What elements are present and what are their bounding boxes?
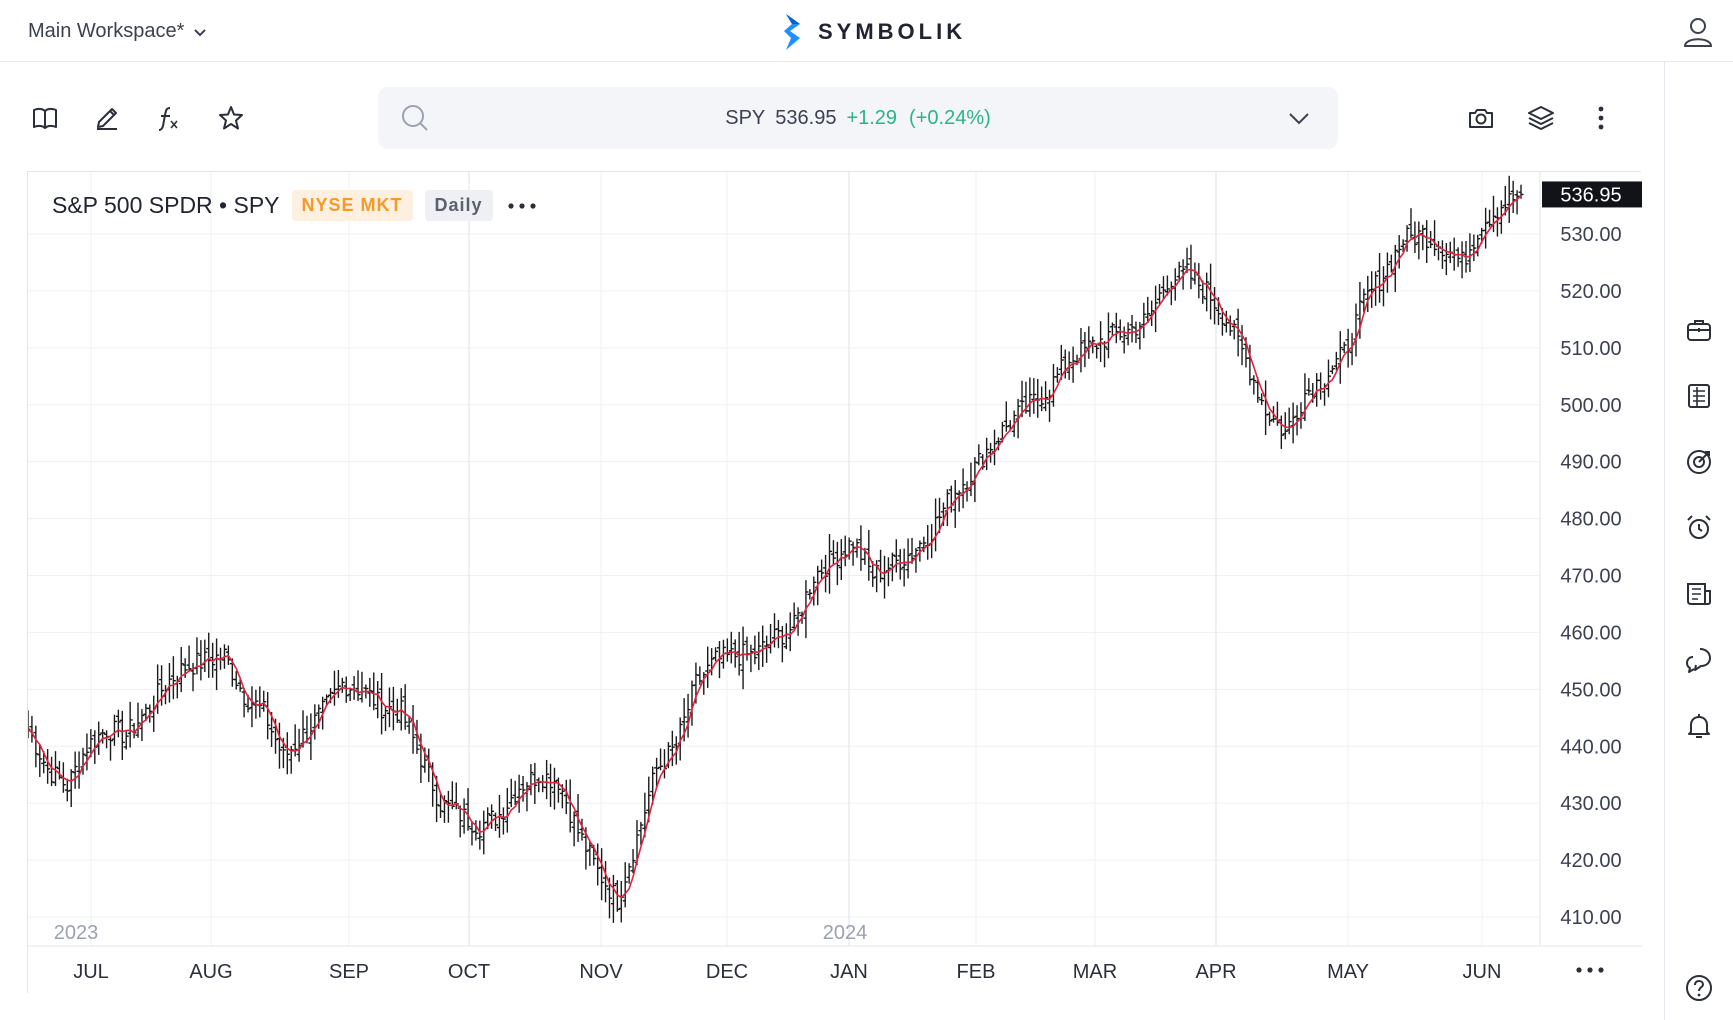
symbol-search-bar[interactable]: SPY 536.95 +1.29 (+0.24%) — [378, 87, 1338, 149]
x-tick-label: JUN — [1463, 961, 1502, 983]
chart-toolbar-left — [30, 100, 246, 136]
book-icon[interactable] — [30, 100, 60, 136]
x-tick-label: DEC — [706, 961, 748, 983]
y-tick-label: 420.00 — [1560, 850, 1621, 872]
symbolik-logo-icon — [784, 14, 800, 50]
list-icon[interactable] — [1681, 378, 1717, 414]
price-chart[interactable]: 530.00 520.00 510.00 500.00 490.00 480.00 470.… — [28, 172, 1642, 994]
y-tick-label: 450.00 — [1560, 679, 1621, 701]
x-tick-label: MAR — [1073, 961, 1117, 983]
exchange-badge: NYSE MKT — [291, 190, 413, 221]
quote-change: +1.29 — [846, 106, 898, 129]
user-icon[interactable] — [1682, 16, 1714, 48]
quote-symbol: SPY — [725, 106, 766, 129]
help-icon[interactable] — [1681, 970, 1717, 1006]
pencil-icon[interactable] — [92, 100, 122, 136]
interval-badge[interactable]: Daily — [424, 190, 493, 221]
news-icon[interactable] — [1681, 576, 1717, 612]
y-tick-label: 510.00 — [1560, 338, 1621, 360]
alarm-clock-icon[interactable] — [1681, 510, 1717, 546]
y-tick-label: 500.00 — [1560, 395, 1621, 417]
star-icon[interactable] — [216, 100, 246, 136]
workspace-selector[interactable]: Main Workspace* — [28, 20, 208, 43]
y-tick-label: 490.00 — [1560, 452, 1621, 474]
chevron-down-icon[interactable] — [1286, 105, 1312, 131]
camera-icon[interactable] — [1466, 100, 1496, 136]
chevron-down-icon — [194, 28, 207, 36]
year-label: 2024 — [823, 922, 868, 944]
x-tick-label: JUL — [73, 961, 109, 983]
more-horizontal-icon[interactable] — [505, 194, 539, 218]
y-tick-label: 480.00 — [1560, 509, 1621, 531]
chart-panel[interactable]: 530.00 520.00 510.00 500.00 490.00 480.00 470.… — [27, 171, 1642, 994]
layers-icon[interactable] — [1526, 100, 1556, 136]
x-tick-label: JAN — [830, 961, 868, 983]
last-price-label: 536.95 — [1560, 184, 1621, 206]
y-tick-label: 530.00 — [1560, 224, 1621, 246]
function-icon[interactable] — [154, 100, 184, 136]
chat-icon[interactable] — [1681, 642, 1717, 678]
y-tick-label: 440.00 — [1560, 736, 1621, 758]
more-vertical-icon[interactable] — [1586, 100, 1616, 136]
x-tick-label: MAY — [1327, 961, 1369, 983]
right-sidebar — [1664, 62, 1733, 1020]
x-tick-label: SEP — [329, 961, 369, 983]
target-icon[interactable] — [1681, 444, 1717, 480]
quote-change-percent: (+0.24%) — [909, 106, 991, 129]
y-tick-label: 520.00 — [1560, 281, 1621, 303]
x-tick-label: FEB — [957, 961, 996, 983]
x-tick-label: AUG — [189, 961, 232, 983]
brand-logo: SYMBOLIK — [782, 14, 966, 50]
x-tick-label: NOV — [579, 961, 623, 983]
bell-icon[interactable] — [1681, 708, 1717, 744]
y-tick-label: 410.00 — [1560, 907, 1621, 929]
year-label: 2023 — [54, 922, 99, 944]
chart-background — [28, 172, 1642, 994]
workspace-label: Main Workspace* — [28, 20, 185, 42]
y-tick-label: 470.00 — [1560, 566, 1621, 588]
briefcase-icon[interactable] — [1681, 312, 1717, 348]
x-tick-label: OCT — [448, 961, 490, 983]
quote-summary: SPY 536.95 +1.29 (+0.24%) — [378, 87, 1338, 149]
top-bar: Main Workspace* SYMBOLIK — [0, 0, 1733, 62]
quote-price: 536.95 — [775, 106, 837, 129]
y-tick-label: 430.00 — [1560, 793, 1621, 815]
x-tick-label: APR — [1195, 961, 1236, 983]
instrument-title: S&P 500 SPDR • SPY — [52, 192, 280, 218]
brand-name: SYMBOLIK — [818, 19, 967, 44]
y-tick-label: 460.00 — [1560, 622, 1621, 644]
chart-legend: S&P 500 SPDR • SPY NYSE MKT Daily — [52, 190, 539, 221]
axis-settings-icon[interactable] — [1572, 960, 1608, 980]
chart-toolbar-right — [1466, 100, 1616, 136]
